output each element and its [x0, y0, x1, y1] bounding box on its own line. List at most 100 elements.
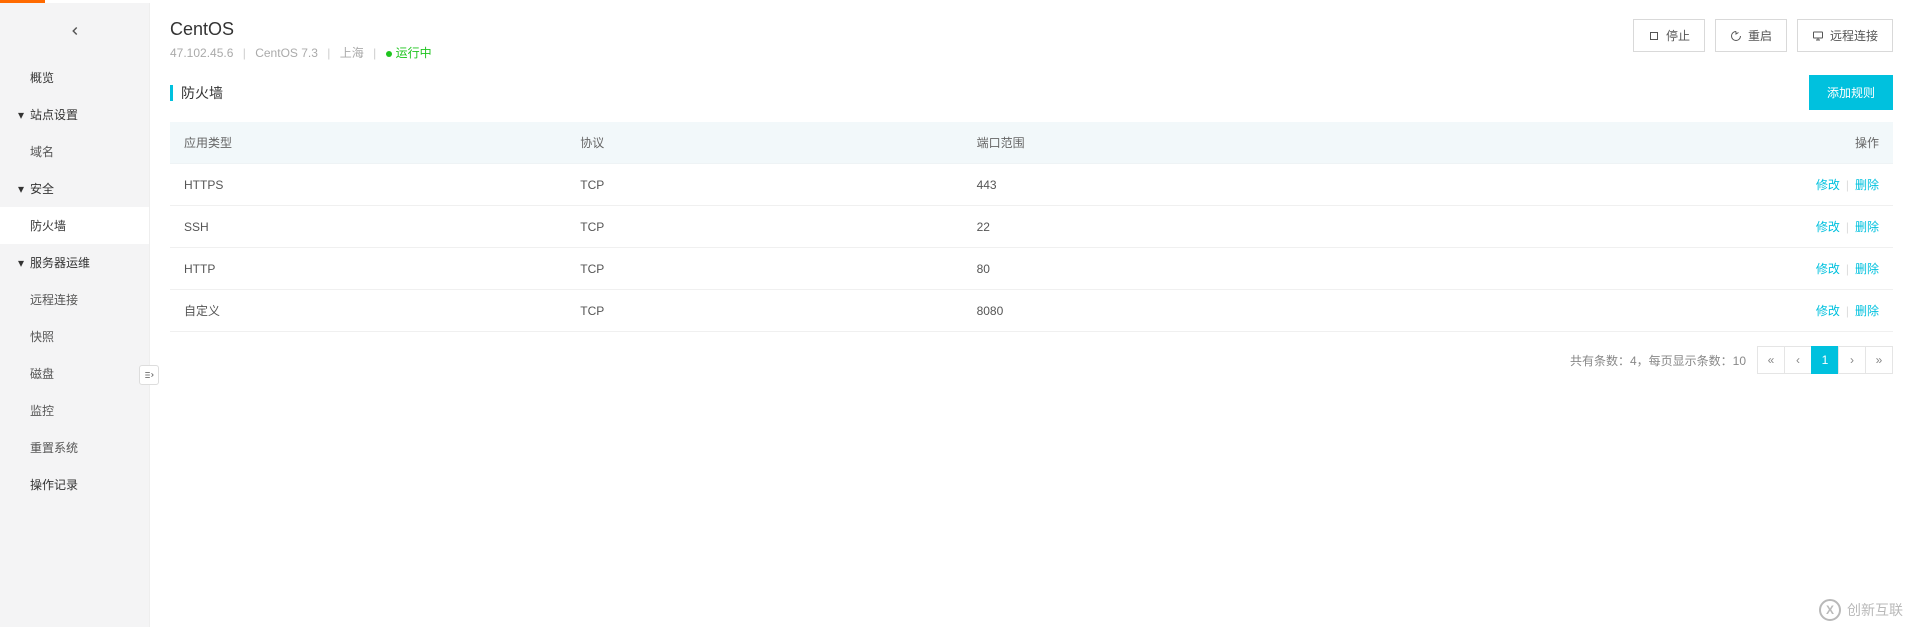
collapse-icon	[144, 370, 154, 380]
sidebar-item-label: 磁盘	[30, 365, 54, 382]
sidebar-item-site[interactable]: ▾ 站点设置	[0, 96, 149, 133]
server-ip: 47.102.45.6	[170, 46, 233, 60]
sidebar-item-remote[interactable]: 远程连接	[0, 281, 149, 318]
pager-last[interactable]: »	[1865, 346, 1893, 374]
button-label: 重启	[1748, 27, 1772, 44]
cell-protocol: TCP	[566, 206, 962, 248]
cell-actions: 修改 | 删除	[1733, 290, 1893, 332]
page-subtitle: 47.102.45.6 | CentOS 7.3 | 上海 | 运行中	[170, 44, 432, 61]
col-type: 应用类型	[170, 122, 566, 164]
col-action: 操作	[1733, 122, 1893, 164]
table-row: HTTPTCP80 修改 | 删除	[170, 248, 1893, 290]
sidebar-item-label: 监控	[30, 402, 54, 419]
cell-type: HTTP	[170, 248, 566, 290]
firewall-rules-table: 应用类型 协议 端口范围 操作 HTTPSTCP443修改|删除SSHTCP22…	[170, 122, 1893, 332]
cell-actions: 修改 | 删除	[1733, 164, 1893, 206]
cell-port: 22	[963, 206, 1733, 248]
sidebar-item-label: 重置系统	[30, 439, 78, 456]
pager-prev[interactable]: ‹	[1784, 346, 1812, 374]
sidebar-item-security[interactable]: ▾ 安全	[0, 170, 149, 207]
restart-button[interactable]: 重启	[1715, 19, 1787, 52]
delete-link[interactable]: 删除	[1855, 304, 1879, 318]
status-dot-icon	[386, 51, 392, 57]
chevron-left-icon	[68, 24, 82, 38]
cell-protocol: TCP	[566, 164, 962, 206]
edit-link[interactable]: 修改	[1816, 178, 1840, 192]
stop-icon	[1648, 30, 1660, 42]
caret-down-icon: ▾	[18, 182, 26, 196]
sidebar-item-label: 操作记录	[30, 476, 78, 493]
pagination: 共有条数：4，每页显示条数：10 « ‹ 1 › »	[150, 332, 1913, 388]
sidebar-collapse-toggle[interactable]	[139, 365, 159, 385]
cell-protocol: TCP	[566, 248, 962, 290]
sidebar-item-label: 远程连接	[30, 291, 78, 308]
sidebar-item-label: 安全	[30, 180, 54, 197]
delete-link[interactable]: 删除	[1855, 178, 1879, 192]
caret-down-icon: ▾	[18, 108, 26, 122]
separator: |	[243, 46, 246, 60]
cell-port: 443	[963, 164, 1733, 206]
server-status: 运行中	[396, 46, 432, 60]
sidebar-item-reset[interactable]: 重置系统	[0, 429, 149, 466]
edit-link[interactable]: 修改	[1816, 304, 1840, 318]
table-row: HTTPSTCP443 修改 | 删除	[170, 164, 1893, 206]
edit-link[interactable]: 修改	[1816, 262, 1840, 276]
separator: |	[1846, 304, 1849, 318]
cell-type: 自定义	[170, 290, 566, 332]
separator: |	[1846, 178, 1849, 192]
main-content: CentOS 47.102.45.6 | CentOS 7.3 | 上海 | 运…	[150, 3, 1913, 627]
restart-icon	[1730, 30, 1742, 42]
cell-port: 8080	[963, 290, 1733, 332]
watermark: X 创新互联	[1819, 599, 1903, 621]
sidebar: 概览 ▾ 站点设置 域名 ▾ 安全 防火墙 ▾服务器运维 远程连接 快照 磁盘 监控	[0, 3, 150, 627]
sidebar-item-ops[interactable]: ▾服务器运维	[0, 244, 149, 281]
sidebar-item-overview[interactable]: 概览	[0, 59, 149, 96]
pager-first[interactable]: «	[1757, 346, 1785, 374]
col-port: 端口范围	[963, 122, 1733, 164]
delete-link[interactable]: 删除	[1855, 262, 1879, 276]
page-header: CentOS 47.102.45.6 | CentOS 7.3 | 上海 | 运…	[150, 3, 1913, 75]
stop-button[interactable]: 停止	[1633, 19, 1705, 52]
server-region: 上海	[340, 46, 364, 60]
button-label: 远程连接	[1830, 27, 1878, 44]
sidebar-item-log[interactable]: 操作记录	[0, 466, 149, 503]
delete-link[interactable]: 删除	[1855, 220, 1879, 234]
server-os: CentOS 7.3	[255, 46, 318, 60]
add-rule-button[interactable]: 添加规则	[1809, 75, 1893, 110]
cell-type: SSH	[170, 206, 566, 248]
separator: |	[373, 46, 376, 60]
button-label: 停止	[1666, 27, 1690, 44]
separator: |	[327, 46, 330, 60]
sidebar-item-domain[interactable]: 域名	[0, 133, 149, 170]
sidebar-item-label: 防火墙	[30, 217, 66, 234]
remote-icon	[1812, 30, 1824, 42]
section-title: 防火墙	[170, 83, 223, 103]
sidebar-item-snapshot[interactable]: 快照	[0, 318, 149, 355]
cell-actions: 修改 | 删除	[1733, 206, 1893, 248]
table-row: SSHTCP22 修改 | 删除	[170, 206, 1893, 248]
pagination-info: 共有条数：4，每页显示条数：10	[1570, 352, 1746, 369]
sidebar-item-firewall[interactable]: 防火墙	[0, 207, 149, 244]
cell-port: 80	[963, 248, 1733, 290]
watermark-logo-icon: X	[1819, 599, 1841, 621]
sidebar-item-label: 概览	[30, 69, 54, 86]
remote-connect-button[interactable]: 远程连接	[1797, 19, 1893, 52]
sidebar-item-label: 域名	[30, 143, 54, 160]
pager-next[interactable]: ›	[1838, 346, 1866, 374]
table-row: 自定义TCP8080 修改 | 删除	[170, 290, 1893, 332]
cell-protocol: TCP	[566, 290, 962, 332]
sidebar-item-monitor[interactable]: 监控	[0, 392, 149, 429]
pager-page-1[interactable]: 1	[1811, 346, 1839, 374]
cell-type: HTTPS	[170, 164, 566, 206]
cell-actions: 修改 | 删除	[1733, 248, 1893, 290]
edit-link[interactable]: 修改	[1816, 220, 1840, 234]
page-title: CentOS	[170, 19, 432, 40]
separator: |	[1846, 262, 1849, 276]
caret-down-icon: ▾	[18, 256, 26, 270]
separator: |	[1846, 220, 1849, 234]
col-protocol: 协议	[566, 122, 962, 164]
sidebar-item-disk[interactable]: 磁盘	[0, 355, 149, 392]
sidebar-item-label: 站点设置	[30, 106, 78, 123]
back-button[interactable]	[0, 3, 149, 59]
watermark-text: 创新互联	[1847, 600, 1903, 620]
